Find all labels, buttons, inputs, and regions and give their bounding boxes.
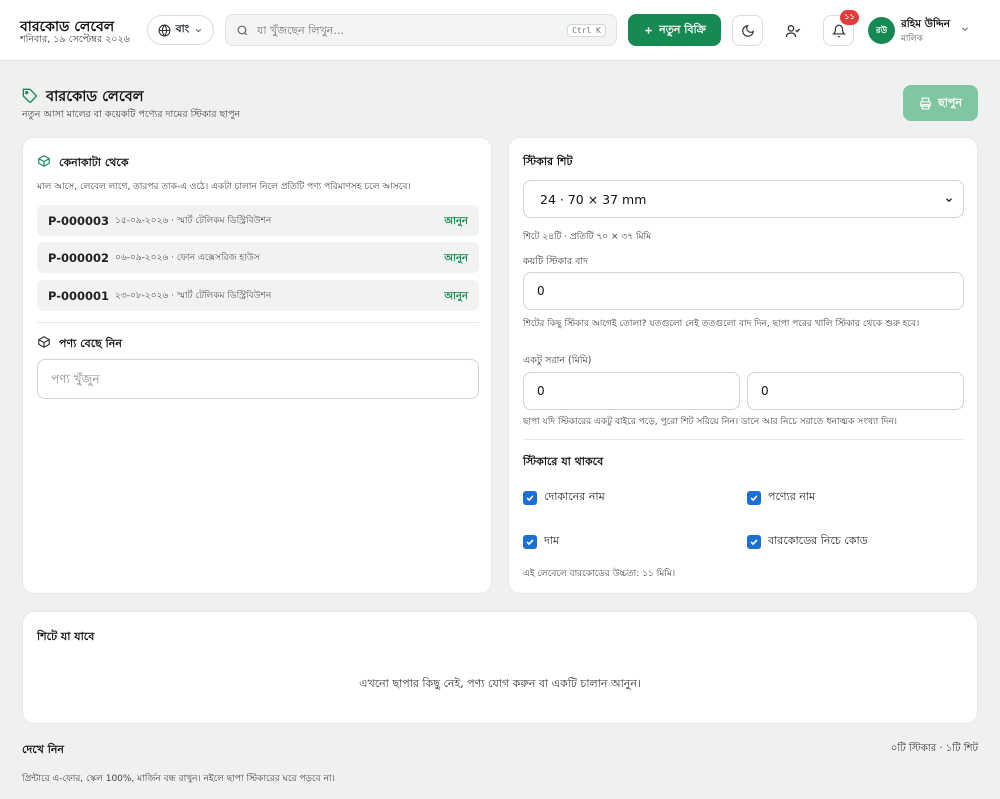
invoice-row: P-000002 ০৬-০৯-২০২৬ · ফোন এক্সেসরিজ হাউস… xyxy=(37,242,479,273)
divider xyxy=(37,322,479,323)
option-product-name[interactable]: পণ্যের নাম xyxy=(747,488,815,507)
package-plus-icon xyxy=(38,155,50,167)
notification-count-badge: ১১ xyxy=(840,10,859,25)
offset-y-input[interactable] xyxy=(747,372,964,410)
sticker-settings-card: স্টিকার শিট 24 · 70 × 37 mm শিটে ২৪টি · … xyxy=(508,137,978,594)
page-subtitle: নতুন আসা মালের বা কয়েকটি পণ্যের দামের স… xyxy=(22,109,241,120)
globe-icon xyxy=(158,24,171,36)
global-search[interactable]: Ctrl K xyxy=(225,14,617,46)
skip-hint: শিটের কিছু স্টিকার আগেই তোলা? যতগুলো নেই… xyxy=(523,319,920,329)
printer-icon xyxy=(920,97,931,109)
option-label: পণ্যের নাম xyxy=(768,490,816,503)
invoice-meta: ২৩-০৮-২০২৬ · স্মার্ট টেলিকম ডিস্ট্রিবিউশ… xyxy=(115,291,272,301)
moon-icon xyxy=(741,24,754,37)
preview-title: দেখে নিন xyxy=(22,743,64,756)
option-label: দাম xyxy=(544,534,560,547)
check-icon xyxy=(750,538,758,545)
search-shortcut-hint: Ctrl K xyxy=(567,24,606,37)
sheet-content-card: শিটে যা যাবে এখনো ছাপার কিছু নেই, পণ্য য… xyxy=(22,611,978,724)
option-shop-name[interactable]: দোকানের নাম xyxy=(523,488,605,507)
new-sale-button[interactable]: নতুন বিক্রি xyxy=(628,14,721,46)
avatar[interactable]: রউ xyxy=(868,17,895,44)
bring-invoice-button[interactable]: আনুন xyxy=(444,214,468,231)
skip-label: কয়টি স্টিকার বাদ xyxy=(523,256,589,267)
invoice-code: P-000002 xyxy=(48,250,110,265)
check-icon xyxy=(526,538,534,545)
invoice-code: P-000003 xyxy=(48,213,110,228)
invoice-row: P-000003 ১৫-০৯-২০২৬ · স্মার্ট টেলিকম ডিস… xyxy=(37,205,479,236)
customer-button[interactable] xyxy=(777,15,808,46)
theme-toggle-button[interactable] xyxy=(732,15,763,46)
check-icon xyxy=(526,494,534,501)
top-bar: বারকোড লেবেল শনিবার, ১৯ সেপ্টেম্বর ২০২৬ … xyxy=(0,0,1000,61)
invoice-row: P-000001 ২৩-০৮-২০২৬ · স্মার্ট টেলিকম ডিস… xyxy=(37,280,479,311)
chevron-down-icon xyxy=(196,28,202,32)
option-code-below-barcode[interactable]: বারকোডের নিচে কোড xyxy=(747,532,868,551)
plus-icon xyxy=(645,26,652,34)
product-pick-title: পণ্য বেছে নিন xyxy=(59,337,122,350)
checkbox-checked[interactable] xyxy=(523,534,537,549)
checkbox-checked[interactable] xyxy=(523,490,537,505)
sheet-size-value: 24 · 70 × 37 mm xyxy=(540,191,647,207)
search-icon xyxy=(237,25,248,35)
bring-invoice-button[interactable]: আনুন xyxy=(444,251,468,268)
user-check-icon xyxy=(785,24,800,37)
print-label: ছাপুন xyxy=(938,95,962,109)
checkbox-checked[interactable] xyxy=(747,534,761,549)
sheet-content-title: শিটে যা যাবে xyxy=(37,630,95,643)
bell-icon xyxy=(831,24,846,37)
invoice-meta: ১৫-০৯-২০২৬ · স্মার্ট টেলিকম ডিস্ট্রিবিউশ… xyxy=(115,216,272,226)
purchases-title: কেনাকাটা থেকে xyxy=(59,156,129,169)
option-label: দোকানের নাম xyxy=(544,490,605,503)
chevron-down-icon[interactable] xyxy=(960,24,970,34)
tag-icon xyxy=(22,88,37,103)
invoice-meta: ০৬-০৯-২০২৬ · ফোন এক্সেসরিজ হাউস xyxy=(115,253,260,263)
offset-hint: ছাপা যদি স্টিকারের একটু বাইরে পড়ে, পুরো… xyxy=(523,417,897,427)
option-price[interactable]: দাম xyxy=(523,532,559,551)
product-search-input[interactable] xyxy=(37,359,479,399)
new-sale-label: নতুন বিক্রি xyxy=(659,22,706,36)
box-icon xyxy=(38,336,50,348)
search-input[interactable] xyxy=(257,23,557,37)
option-label: বারকোডের নিচে কোড xyxy=(768,534,868,547)
current-date: শনিবার, ১৯ সেপ্টেম্বর ২০২৬ xyxy=(20,34,130,45)
offset-x-input[interactable] xyxy=(523,372,740,410)
print-button[interactable]: ছাপুন xyxy=(903,85,978,121)
sheet-info: শিটে ২৪টি · প্রতিটি ৭০ × ৩৭ মিমি xyxy=(523,232,652,242)
check-icon xyxy=(750,494,758,501)
page-title: বারকোড লেবেল xyxy=(46,89,144,105)
barcode-height-note: এই লেবেলে বারকোডের উচ্চতা: ১১ মিমি। xyxy=(523,569,676,579)
divider xyxy=(523,439,964,440)
user-role: মালিক xyxy=(901,34,923,44)
sheet-size-select[interactable]: 24 · 70 × 37 mm xyxy=(523,180,964,218)
sticker-sheet-title: স্টিকার শিট xyxy=(523,155,573,168)
purchases-hint: মাল আসে, লেবেল লাগে, তারপর তাক-এ ওঠে। এক… xyxy=(37,182,411,192)
language-switcher[interactable]: বাং xyxy=(147,15,214,45)
source-card: কেনাকাটা থেকে মাল আসে, লেবেল লাগে, তারপর… xyxy=(22,137,492,594)
skip-count-input[interactable] xyxy=(523,272,964,310)
empty-state-message: এখনো ছাপার কিছু নেই, পণ্য যোগ করুন বা এক… xyxy=(359,677,641,690)
printer-note: প্রিন্টারে এ-ফোর, স্কেল 100%, মার্জিন বন… xyxy=(22,774,335,784)
preview-count: ০টি স্টিকার · ১টি শিট xyxy=(890,743,978,754)
checkbox-checked[interactable] xyxy=(747,490,761,505)
invoice-code: P-000001 xyxy=(48,288,110,303)
offset-label: একটু সরান (মিমি) xyxy=(523,355,592,366)
bring-invoice-button[interactable]: আনুন xyxy=(444,289,468,306)
sticker-content-title: স্টিকারে যা থাকবে xyxy=(523,455,604,468)
language-label: বাং xyxy=(175,22,190,35)
chevron-down-icon xyxy=(946,198,952,203)
